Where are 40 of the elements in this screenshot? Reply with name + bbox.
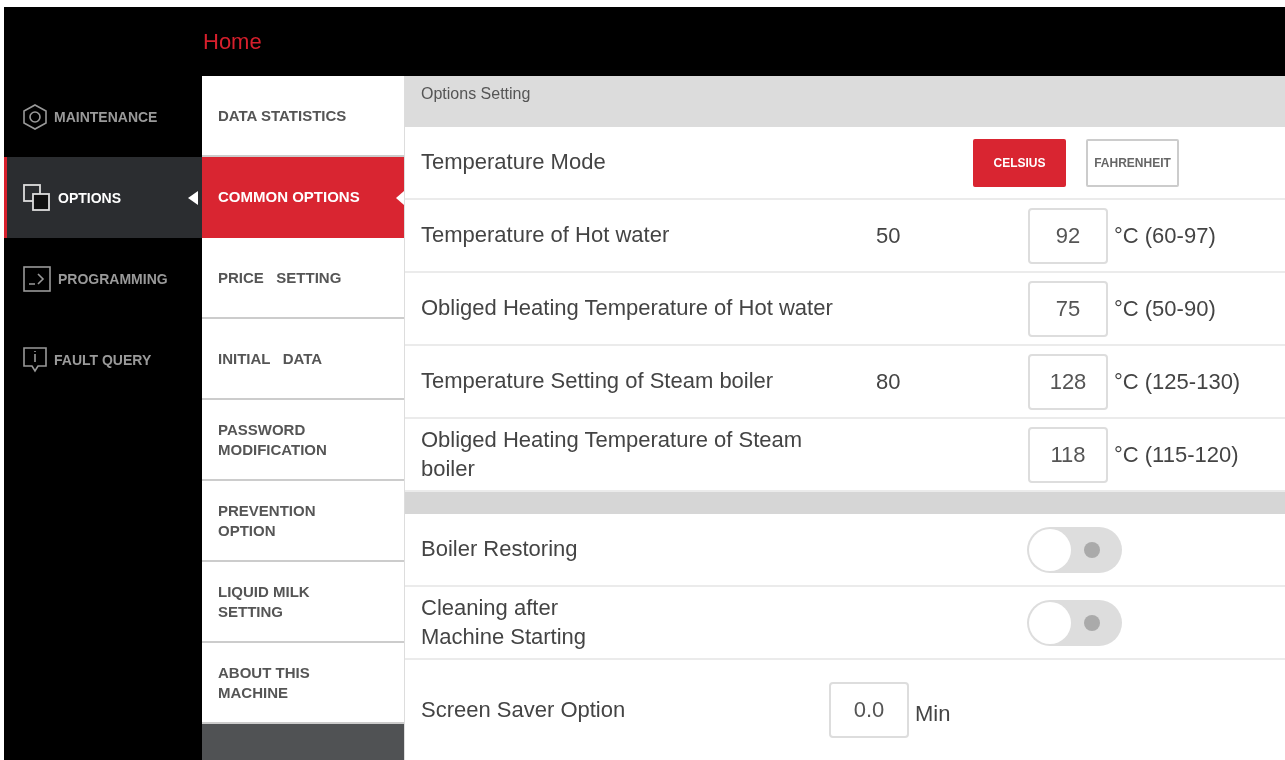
value-field[interactable]: 128 xyxy=(1028,353,1108,410)
setting-label: Obliged Heating Temperature of Hot water xyxy=(421,294,834,323)
value-field[interactable]: 118 xyxy=(1028,426,1108,483)
page-title: Home xyxy=(203,28,262,55)
hexagon-icon xyxy=(22,102,48,131)
current-value: 80 xyxy=(876,368,901,394)
mode-button[interactable]: CELSIUS xyxy=(973,138,1066,187)
unit-label: °C (60-97) xyxy=(1113,222,1217,249)
setting-label: Obliged Heating Temperature of Steam boiler xyxy=(421,425,804,483)
terminal-icon xyxy=(22,263,52,294)
current-value: 50 xyxy=(876,222,901,248)
toggle-switch[interactable] xyxy=(1027,599,1122,646)
setting-label: Temperature of Hot water xyxy=(421,221,671,250)
submenu-item[interactable]: PASSWORD MODIFICATION xyxy=(202,400,404,481)
unit-label: °C (115-120) xyxy=(1113,441,1240,468)
unit-label: °C (125-130) xyxy=(1113,368,1242,395)
value-field[interactable]: 0.0 xyxy=(829,682,909,738)
setting-label: Temperature Setting of Steam boiler xyxy=(421,367,775,396)
nav-item[interactable]: MAINTENANCE xyxy=(4,76,202,157)
value-field[interactable]: 92 xyxy=(1028,207,1108,264)
setting-label: Cleaning after Machine Starting xyxy=(421,593,588,651)
toggle-switch[interactable] xyxy=(1027,526,1122,573)
submenu-item[interactable]: COMMON OPTIONS xyxy=(202,157,404,238)
section-title: Options Setting xyxy=(421,85,531,103)
nav-item[interactable]: OPTIONS xyxy=(4,157,202,238)
unit-label: Min xyxy=(914,700,951,727)
mode-button[interactable]: FAHRENHEIT xyxy=(1086,138,1179,187)
setting-label: Screen Saver Option xyxy=(421,695,627,724)
value-field[interactable]: 75 xyxy=(1028,280,1108,337)
submenu-item[interactable]: INITIAL DATA xyxy=(202,319,404,400)
nav-item[interactable]: PROGRAMMING xyxy=(4,238,202,319)
setting-label: Boiler Restoring xyxy=(421,535,579,564)
info-icon xyxy=(22,345,48,374)
unit-label: °C (50-90) xyxy=(1113,295,1217,322)
nav-item[interactable]: FAULT QUERY xyxy=(4,319,202,400)
submenu-item[interactable]: LIQUID MILK SETTING xyxy=(202,562,404,643)
submenu-item[interactable]: PREVENTION OPTION xyxy=(202,481,404,562)
setting-label: Temperature Mode xyxy=(421,148,606,177)
submenu-item[interactable]: PRICE SETTING xyxy=(202,238,404,319)
overlapping-squares-icon xyxy=(22,182,52,213)
